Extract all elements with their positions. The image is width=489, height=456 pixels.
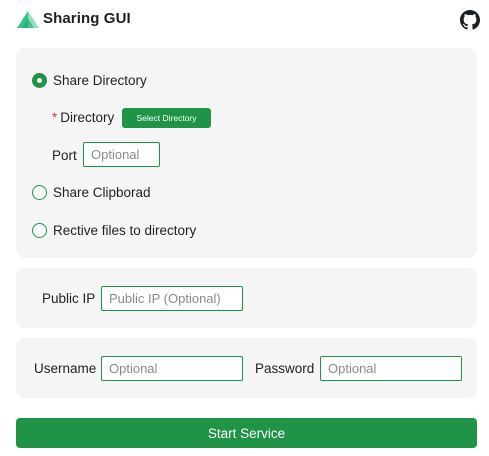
radio-button[interactable] — [32, 184, 47, 200]
username-label: Username — [34, 361, 97, 376]
radio-label: Share Directory — [53, 72, 147, 88]
directory-label-text: Directory — [60, 110, 115, 125]
required-mark: * — [52, 110, 58, 125]
port-input[interactable] — [83, 142, 160, 167]
header: Sharing GUI — [0, 0, 489, 40]
radio-receive-files[interactable]: Rective files to directory — [32, 220, 196, 240]
password-input[interactable] — [320, 356, 462, 381]
radio-label: Share Clipborad — [53, 184, 151, 200]
port-label: Port — [52, 148, 77, 163]
radio-label: Rective files to directory — [53, 222, 197, 238]
start-service-button[interactable]: Start Service — [16, 418, 477, 448]
app-title: Sharing GUI — [43, 10, 131, 27]
username-input[interactable] — [101, 356, 243, 381]
radio-button[interactable] — [32, 222, 47, 238]
public-ip-label: Public IP — [42, 291, 96, 306]
share-mode-panel: Share Directory * Directory Select Direct… — [16, 48, 477, 258]
radio-share-directory[interactable]: Share Directory — [32, 70, 147, 90]
directory-label: * Directory — [52, 110, 114, 125]
select-directory-button[interactable]: Select Directory — [122, 108, 211, 128]
radio-share-clipboard[interactable]: Share Clipborad — [32, 182, 151, 202]
radio-button-checked[interactable] — [32, 72, 47, 88]
app-window: Sharing GUI Share Directory * Directory S… — [0, 0, 489, 456]
triangle-logo-icon — [17, 11, 39, 28]
public-ip-panel: Public IP — [16, 268, 477, 328]
github-icon[interactable] — [460, 10, 480, 30]
password-label: Password — [255, 361, 315, 376]
credentials-panel: Username Password — [16, 338, 477, 398]
public-ip-input[interactable] — [101, 286, 243, 311]
